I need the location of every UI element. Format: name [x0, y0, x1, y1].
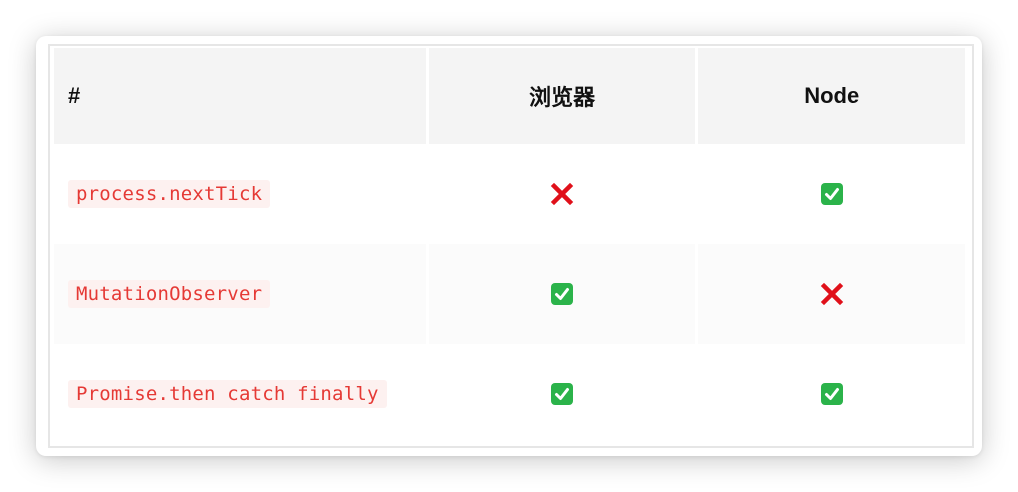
api-code: process.nextTick: [68, 180, 271, 208]
node-support-cell: [698, 244, 965, 344]
table-row: MutationObserver: [54, 244, 965, 344]
table-row: Promise.then catch finally: [54, 344, 965, 444]
check-icon: [820, 382, 844, 406]
table-frame: # 浏览器 Node process.nextTick MutationObse…: [48, 44, 974, 448]
card: # 浏览器 Node process.nextTick MutationObse…: [36, 36, 982, 456]
check-icon: [550, 382, 574, 406]
api-cell: Promise.then catch finally: [54, 344, 426, 444]
check-icon: [820, 182, 844, 206]
browser-support-cell: [429, 144, 695, 244]
cross-icon: [550, 182, 574, 206]
header-node: Node: [698, 48, 965, 144]
api-cell: process.nextTick: [54, 144, 426, 244]
check-icon: [550, 282, 574, 306]
node-support-cell: [698, 144, 965, 244]
node-support-cell: [698, 344, 965, 444]
api-code: MutationObserver: [68, 280, 271, 308]
api-cell: MutationObserver: [54, 244, 426, 344]
comparison-table: # 浏览器 Node process.nextTick MutationObse…: [51, 48, 968, 444]
header-browser: 浏览器: [428, 48, 696, 144]
cross-icon: [820, 282, 844, 306]
table-header-row: # 浏览器 Node: [54, 48, 965, 144]
table-row: process.nextTick: [54, 144, 965, 244]
browser-support-cell: [428, 244, 696, 344]
api-code: Promise.then catch finally: [68, 380, 387, 408]
header-hash: #: [54, 48, 426, 144]
browser-support-cell: [429, 344, 695, 444]
